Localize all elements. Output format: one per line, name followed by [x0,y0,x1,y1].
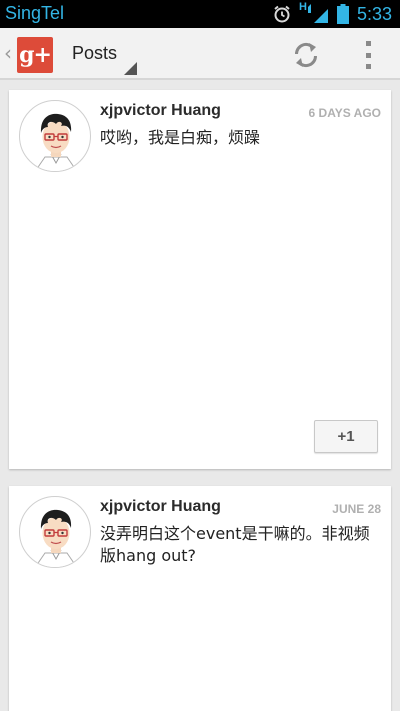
post-card[interactable]: xjpvictor Huang 6 DAYS AGO 哎哟，我是白痴，烦躁 +1 [9,90,391,469]
avatar[interactable] [19,100,91,172]
post-timestamp: JUNE 28 [332,502,381,516]
plus-one-button[interactable]: +1 [314,420,378,453]
up-caret-icon[interactable]: ‹ [4,42,12,64]
avatar[interactable] [19,496,91,568]
signal-icon: H [299,1,329,25]
post-content: 没弄明白这个event是干嘛的。非视频版hang out? [100,524,370,565]
post-content: 哎哟，我是白痴，烦躁 [100,128,261,147]
google-plus-logo-icon[interactable]: g+ [17,37,53,73]
post-author[interactable]: xjpvictor Huang [100,102,221,120]
overflow-menu-icon[interactable] [364,41,372,69]
status-icons: H 5:33 [273,0,392,28]
status-bar: SingTel H 5:33 [0,0,400,28]
refresh-icon[interactable] [292,41,320,69]
dropdown-indicator-icon[interactable] [124,62,137,75]
carrier-name: SingTel [5,3,65,23]
post-card[interactable]: xjpvictor Huang JUNE 28 没弄明白这个event是干嘛的。… [9,486,391,711]
clock: 5:33 [356,3,392,24]
post-author[interactable]: xjpvictor Huang [100,498,221,516]
battery-icon [336,4,349,24]
action-bar: ‹ g+ Posts [0,28,400,80]
view-title[interactable]: Posts [72,43,117,64]
post-timestamp: 6 DAYS AGO [308,106,381,120]
alarm-icon [274,5,290,23]
